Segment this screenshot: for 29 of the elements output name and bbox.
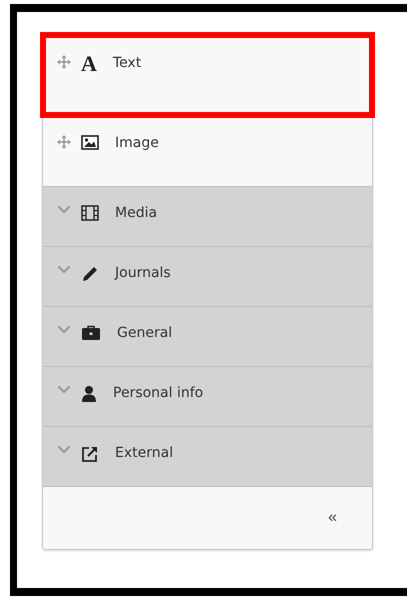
- group-header[interactable]: General: [43, 307, 372, 367]
- chevron-down-icon[interactable]: [57, 325, 71, 334]
- collapse-button[interactable]: «: [328, 509, 337, 527]
- group-label: Journals: [115, 265, 171, 281]
- widget-item[interactable]: Image: [43, 115, 372, 187]
- group-label: General: [117, 325, 172, 341]
- group-label: External: [115, 445, 174, 461]
- image-icon: [81, 135, 99, 150]
- item-label: Image: [115, 135, 159, 151]
- pencil-icon: [81, 265, 99, 283]
- group-label: Personal info: [113, 385, 204, 401]
- person-icon: [81, 385, 97, 402]
- chevron-down-icon[interactable]: [57, 265, 71, 274]
- group-header[interactable]: Media: [43, 187, 372, 247]
- item-label: Text: [112, 55, 142, 71]
- move-icon[interactable]: [57, 55, 71, 69]
- group-header[interactable]: Personal info: [43, 367, 372, 427]
- group-header[interactable]: External: [43, 427, 372, 487]
- chevron-down-icon[interactable]: [57, 445, 71, 454]
- text-format-icon: A: [81, 55, 97, 73]
- chevron-down-icon[interactable]: [57, 205, 71, 214]
- highlighted-widget-item[interactable]: A Text: [43, 35, 372, 115]
- move-icon[interactable]: [57, 135, 71, 149]
- briefcase-icon: [81, 325, 101, 341]
- group-label: Media: [115, 205, 158, 221]
- film-icon: [81, 205, 99, 221]
- external-link-icon: [81, 445, 99, 463]
- group-header[interactable]: Journals: [43, 247, 372, 307]
- chevron-down-icon[interactable]: [57, 385, 71, 394]
